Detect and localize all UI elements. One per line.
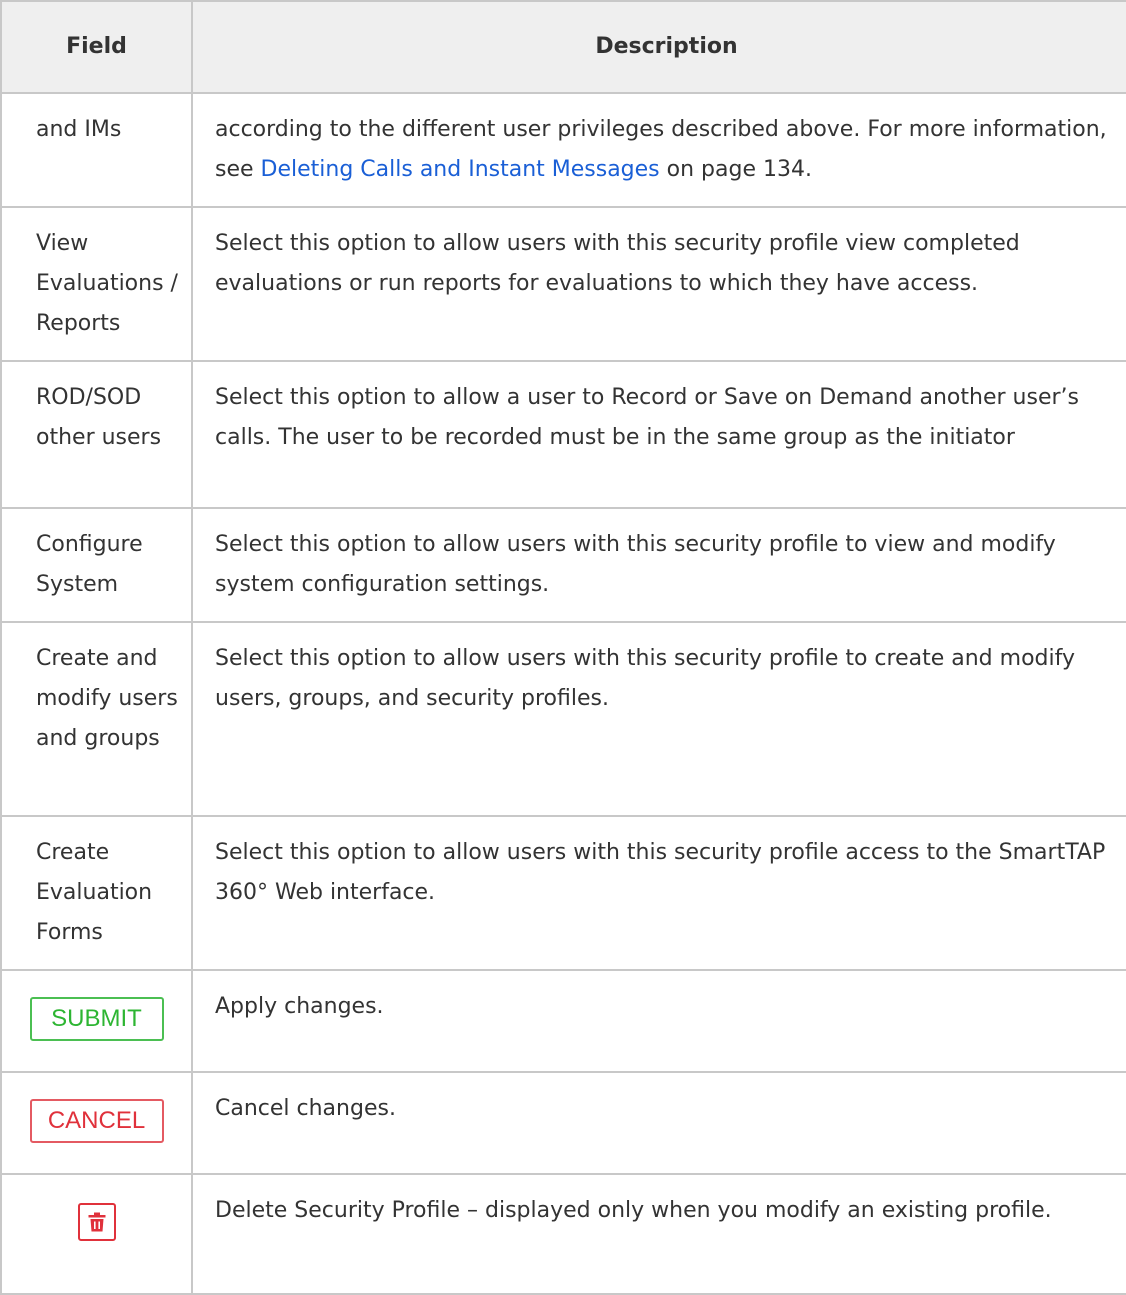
field-description: Cancel changes. xyxy=(191,1071,1126,1175)
table-row: CANCEL Cancel changes. xyxy=(0,1071,1126,1175)
table-row: and IMs according to the different user … xyxy=(0,92,1126,208)
field-name: and IMs xyxy=(0,92,193,208)
table-row: ROD/SOD other users Select this option t… xyxy=(0,360,1126,509)
header-field: Field xyxy=(0,0,193,94)
table-header-row: Field Description xyxy=(0,0,1126,94)
field-description: Select this option to allow a user to Re… xyxy=(191,360,1126,509)
field-description: Select this option to allow users with t… xyxy=(191,507,1126,623)
field-description: according to the different user privileg… xyxy=(191,92,1126,208)
table-row: Create Evaluation Forms Select this opti… xyxy=(0,815,1126,971)
button-cell: SUBMIT xyxy=(0,969,193,1073)
table-row: SUBMIT Apply changes. xyxy=(0,969,1126,1073)
description-text: on page 134. xyxy=(659,157,812,182)
table-row: Configure System Select this option to a… xyxy=(0,507,1126,623)
cancel-button[interactable]: CANCEL xyxy=(29,1099,164,1143)
field-description: Apply changes. xyxy=(191,969,1126,1073)
button-cell xyxy=(0,1173,193,1295)
header-description: Description xyxy=(191,0,1126,94)
field-name: Configure System xyxy=(0,507,193,623)
field-description: Select this option to allow users with t… xyxy=(191,621,1126,817)
deleting-calls-link[interactable]: Deleting Calls and Instant Messages xyxy=(261,157,660,182)
table-row: View Evaluations / Reports Select this o… xyxy=(0,206,1126,362)
field-description: Select this option to allow users with t… xyxy=(191,206,1126,362)
field-description-table: Field Description and IMs according to t… xyxy=(0,0,1126,1295)
table-row: Delete Security Profile – displayed only… xyxy=(0,1173,1126,1295)
field-description: Delete Security Profile – displayed only… xyxy=(191,1173,1126,1295)
button-cell: CANCEL xyxy=(0,1071,193,1175)
submit-button[interactable]: SUBMIT xyxy=(29,997,164,1041)
field-name: Create and modify users and groups xyxy=(0,621,193,817)
field-name: ROD/SOD other users xyxy=(0,360,193,509)
field-description: Select this option to allow users with t… xyxy=(191,815,1126,971)
table-row: Create and modify users and groups Selec… xyxy=(0,621,1126,817)
trash-icon xyxy=(88,1212,105,1232)
field-name: View Evaluations / Reports xyxy=(0,206,193,362)
field-name: Create Evaluation Forms xyxy=(0,815,193,971)
delete-profile-button[interactable] xyxy=(77,1203,116,1241)
